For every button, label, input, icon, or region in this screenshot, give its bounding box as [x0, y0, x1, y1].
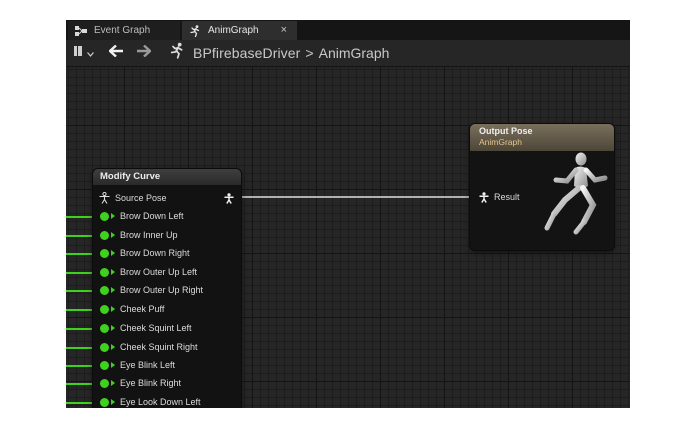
- curve-pin-label: Cheek Squint Left: [120, 323, 192, 333]
- pin-arrow-icon: [111, 250, 115, 256]
- breadcrumb-parent[interactable]: BPfirebaseDriver: [193, 45, 300, 61]
- result-pin-label: Result: [494, 192, 520, 202]
- float-pin-icon: [100, 267, 109, 277]
- output-pose-title: Output Pose: [479, 126, 533, 136]
- curve-pin[interactable]: Cheek Squint Left: [93, 319, 241, 337]
- curve-pin[interactable]: Cheek Squint Right: [93, 338, 241, 356]
- float-pin-icon: [100, 285, 109, 295]
- arrow-left-icon: [108, 44, 124, 62]
- pin-arrow-icon: [111, 232, 115, 238]
- curve-pin[interactable]: Eye Look Down Left: [93, 393, 241, 408]
- pin-arrow-icon: [111, 380, 115, 386]
- float-pin-icon: [100, 342, 109, 352]
- output-pose-subtitle: AnimGraph: [479, 137, 522, 147]
- curve-pin[interactable]: Brow Down Left: [93, 207, 241, 225]
- pin-arrow-icon: [111, 213, 115, 219]
- pin-arrow-icon: [111, 344, 115, 350]
- curve-pin-label: Eye Blink Right: [120, 378, 182, 388]
- anim-graph-editor: Event Graph AnimGraph × BPfirebaseDriver…: [66, 20, 630, 408]
- tab-animgraph[interactable]: AnimGraph ×: [182, 21, 297, 40]
- curve-pin[interactable]: Cheek Puff: [93, 300, 241, 318]
- arrow-right-icon: [136, 44, 152, 62]
- float-pin-icon: [100, 378, 109, 388]
- tab-event-graph-label: Event Graph: [94, 25, 151, 36]
- chevron-down-icon: [87, 44, 94, 62]
- source-pose-pin[interactable]: Source Pose: [93, 189, 241, 207]
- float-pin-icon: [100, 397, 109, 407]
- breadcrumb: BPfirebaseDriver > AnimGraph: [169, 40, 389, 66]
- curve-pin[interactable]: Brow Down Right: [93, 244, 241, 262]
- bookmark-icon: [74, 44, 84, 62]
- float-pin-icon: [100, 323, 109, 333]
- curve-pin[interactable]: Brow Outer Up Left: [93, 263, 241, 281]
- history-dropdown[interactable]: [74, 40, 94, 66]
- pin-arrow-icon: [111, 325, 115, 331]
- curve-pin-label: Eye Look Down Left: [120, 397, 201, 407]
- curve-pin-label: Brow Inner Up: [120, 230, 178, 240]
- tab-bar: Event Graph AnimGraph ×: [66, 20, 630, 40]
- pose-input-icon: [479, 191, 489, 203]
- curve-pin-label: Cheek Puff: [120, 304, 165, 314]
- pose-output-icon[interactable]: [224, 193, 234, 206]
- pin-arrow-icon: [111, 306, 115, 312]
- tab-event-graph[interactable]: Event Graph: [68, 21, 180, 40]
- curve-pin[interactable]: Brow Outer Up Right: [93, 281, 241, 299]
- curve-pin-label: Brow Outer Up Left: [120, 267, 198, 277]
- curve-pin-label: Brow Outer Up Right: [120, 285, 204, 295]
- event-graph-icon: [74, 25, 88, 37]
- curve-pin-label: Brow Down Right: [120, 248, 190, 258]
- float-pin-icon: [100, 360, 109, 370]
- curve-pin[interactable]: Brow Inner Up: [93, 226, 241, 244]
- running-man-icon: [188, 24, 202, 37]
- pose-pin-icon: [99, 192, 110, 204]
- pin-arrow-icon: [111, 362, 115, 368]
- output-pose-header: Output Pose AnimGraph: [470, 124, 614, 151]
- float-pin-icon: [100, 211, 109, 221]
- source-pose-label: Source Pose: [115, 193, 167, 203]
- output-pose-node[interactable]: Output Pose AnimGraph Result: [470, 124, 614, 250]
- pin-arrow-icon: [111, 287, 115, 293]
- running-man-icon: [169, 42, 185, 64]
- forward-button[interactable]: [136, 40, 152, 66]
- float-pin-icon: [100, 230, 109, 240]
- toolbar: BPfirebaseDriver > AnimGraph: [66, 40, 630, 67]
- close-tab-button[interactable]: ×: [281, 24, 287, 36]
- curve-pin-label: Cheek Squint Right: [120, 342, 198, 352]
- graph-canvas[interactable]: Modify Curve Source Pose Brow Down Left …: [66, 67, 630, 408]
- running-mannequin-icon: [536, 150, 612, 249]
- float-pin-icon: [100, 248, 109, 258]
- pin-arrow-icon: [111, 269, 115, 275]
- breadcrumb-current: AnimGraph: [318, 45, 390, 61]
- breadcrumb-separator: >: [305, 45, 314, 61]
- modify-curve-title: Modify Curve: [93, 169, 241, 185]
- curve-pin-label: Brow Down Left: [120, 211, 184, 221]
- float-pin-icon: [100, 304, 109, 314]
- tab-animgraph-label: AnimGraph: [208, 25, 259, 36]
- curve-pin-label: Eye Blink Left: [120, 360, 176, 370]
- pin-arrow-icon: [111, 399, 115, 405]
- curve-pin[interactable]: Eye Blink Left: [93, 356, 241, 374]
- curve-pin[interactable]: Eye Blink Right: [93, 374, 241, 392]
- modify-curve-node[interactable]: Modify Curve Source Pose Brow Down Left …: [93, 169, 241, 408]
- back-button[interactable]: [108, 40, 124, 66]
